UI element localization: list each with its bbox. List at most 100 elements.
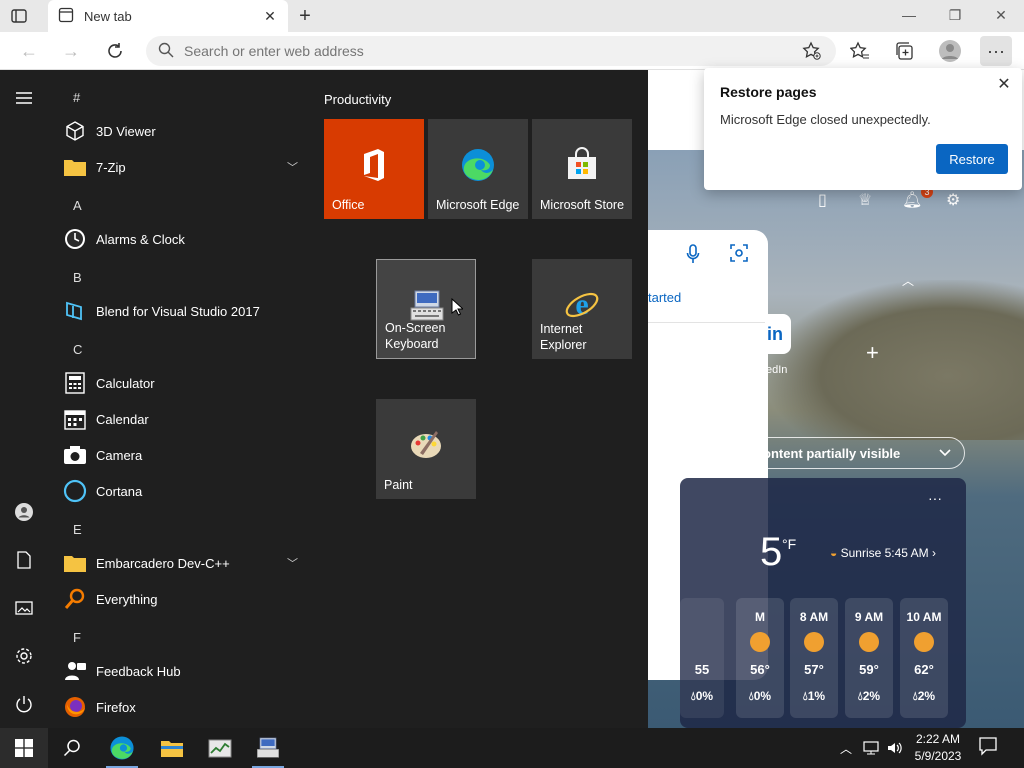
chevron-down-icon[interactable]: ﹀ bbox=[287, 159, 298, 175]
add-site-icon[interactable]: + bbox=[866, 340, 879, 366]
app-everything[interactable]: Everything bbox=[62, 583, 306, 615]
tile-internet-explorer[interactable]: e Internet Explorer bbox=[532, 259, 632, 359]
app-calendar[interactable]: Calendar bbox=[62, 403, 306, 435]
hour-precip: 💧︎0% bbox=[748, 689, 772, 703]
back-icon[interactable]: ← bbox=[18, 40, 40, 62]
tile-group-title[interactable]: Productivity bbox=[324, 92, 391, 107]
show-hidden-icons-chevron-icon[interactable]: ︿ bbox=[836, 728, 856, 768]
settings-more-button[interactable]: ··· bbox=[980, 36, 1012, 66]
windows-logo-icon bbox=[15, 739, 33, 757]
volume-icon[interactable] bbox=[884, 728, 906, 768]
hamburger-menu-icon[interactable] bbox=[12, 86, 36, 110]
system-clock[interactable]: 2:22 AM 5/9/2023 bbox=[908, 731, 968, 765]
hour-label: 8 AM bbox=[799, 610, 829, 624]
taskbar-on-screen-keyboard-icon[interactable] bbox=[244, 728, 292, 768]
taskbar-task-manager-icon[interactable] bbox=[196, 728, 244, 768]
tile-office[interactable]: Office bbox=[324, 119, 424, 219]
rewards-icon[interactable]: ♕ bbox=[858, 190, 872, 210]
paint-palette-icon bbox=[411, 431, 441, 458]
tab-close-icon[interactable]: ✕ bbox=[262, 8, 278, 25]
address-bar[interactable] bbox=[146, 36, 836, 66]
hour-temp: 59° bbox=[859, 662, 879, 677]
tile-paint[interactable]: Paint bbox=[376, 399, 476, 499]
app-list: # 3D Viewer 7-Zip ﹀ A Alarms & Clock B B… bbox=[48, 70, 310, 728]
tab-title: New tab bbox=[84, 8, 132, 24]
new-tab-page-icon bbox=[58, 7, 74, 26]
letter-header[interactable]: # bbox=[73, 90, 80, 105]
power-icon[interactable] bbox=[12, 692, 36, 716]
weather-more-icon[interactable]: ··· bbox=[928, 490, 942, 506]
chevron-down-icon[interactable]: ﹀ bbox=[287, 555, 298, 571]
action-center-icon[interactable] bbox=[978, 736, 1004, 760]
app-7-zip[interactable]: 7-Zip ﹀ bbox=[62, 151, 306, 183]
weather-card[interactable]: ··· 5 °F ◒ Sunrise 5:45 AM › - 55 💧︎0% M… bbox=[680, 478, 966, 728]
app-camera[interactable]: Camera bbox=[62, 439, 306, 471]
taskbar-file-explorer-icon[interactable] bbox=[148, 728, 196, 768]
app-alarms-clock[interactable]: Alarms & Clock bbox=[62, 223, 306, 255]
edge-icon bbox=[462, 149, 494, 181]
collections-icon[interactable] bbox=[892, 40, 916, 62]
active-tab[interactable]: New tab ✕ bbox=[48, 0, 288, 32]
app-embarcadero-dev-cpp[interactable]: Embarcadero Dev-C++ ﹀ bbox=[62, 547, 306, 579]
chevron-up-icon[interactable]: ︿ bbox=[902, 272, 914, 289]
sunrise-link[interactable]: ◒ Sunrise 5:45 AM › bbox=[830, 546, 936, 560]
close-window-icon[interactable]: ✕ bbox=[978, 0, 1024, 30]
content-visibility-dropdown[interactable]: ontent partially visible bbox=[750, 437, 965, 469]
restore-button[interactable]: Restore bbox=[936, 144, 1008, 174]
letter-header[interactable]: B bbox=[73, 270, 82, 285]
hour-forecast: 9 AM 59° 💧︎2% bbox=[845, 598, 893, 718]
app-firefox[interactable]: Firefox bbox=[62, 691, 306, 723]
settings-gear-icon[interactable] bbox=[12, 644, 36, 668]
letter-header[interactable]: C bbox=[73, 342, 82, 357]
start-menu: # 3D Viewer 7-Zip ﹀ A Alarms & Clock B B… bbox=[0, 70, 648, 728]
network-icon[interactable] bbox=[860, 728, 882, 768]
close-popup-icon[interactable]: ✕ bbox=[994, 74, 1014, 94]
refresh-icon[interactable] bbox=[104, 40, 126, 62]
tile-microsoft-store[interactable]: Microsoft Store bbox=[532, 119, 632, 219]
hour-temp: 55 bbox=[694, 662, 710, 677]
add-favorite-icon[interactable] bbox=[800, 40, 824, 62]
tile-microsoft-edge[interactable]: Microsoft Edge bbox=[428, 119, 528, 219]
start-button[interactable] bbox=[0, 728, 48, 768]
app-label: Blend for Visual Studio 2017 bbox=[96, 303, 260, 319]
tile-on-screen-keyboard[interactable]: On-Screen Keyboard bbox=[376, 259, 476, 359]
phone-icon[interactable]: ▯ bbox=[818, 190, 827, 210]
user-account-icon[interactable] bbox=[12, 500, 36, 524]
pictures-icon[interactable] bbox=[12, 596, 36, 620]
app-label: Calendar bbox=[96, 411, 149, 427]
hour-precip: 💧︎2% bbox=[912, 689, 936, 703]
app-calculator[interactable]: Calculator bbox=[62, 367, 306, 399]
minimize-icon[interactable]: — bbox=[886, 0, 932, 30]
address-input[interactable] bbox=[184, 43, 784, 59]
app-label: Camera bbox=[96, 447, 143, 463]
app-blend-visual-studio[interactable]: Blend for Visual Studio 2017 bbox=[62, 295, 306, 327]
letter-header[interactable]: F bbox=[73, 630, 81, 645]
get-started-link[interactable]: tarted bbox=[648, 290, 681, 305]
hour-label: 10 AM bbox=[906, 610, 942, 624]
documents-icon[interactable] bbox=[12, 548, 36, 572]
search-icon bbox=[158, 42, 174, 61]
visual-search-icon[interactable] bbox=[730, 244, 748, 265]
notification-bell-icon[interactable]: 🔔︎ bbox=[902, 190, 922, 210]
office-icon bbox=[364, 149, 384, 181]
profile-avatar-icon[interactable] bbox=[938, 40, 962, 62]
restore-window-icon[interactable]: ❐ bbox=[932, 0, 978, 30]
partly-cloudy-icon bbox=[750, 632, 770, 652]
keyboard-icon bbox=[410, 290, 444, 321]
letter-header[interactable]: E bbox=[73, 522, 82, 537]
app-cortana[interactable]: Cortana bbox=[62, 475, 306, 507]
microphone-icon[interactable] bbox=[686, 244, 700, 267]
tab-actions-icon[interactable] bbox=[8, 6, 30, 26]
forward-icon[interactable]: → bbox=[60, 40, 82, 62]
favorites-icon[interactable] bbox=[848, 40, 872, 62]
calendar-icon bbox=[62, 406, 88, 432]
new-tab-button[interactable]: + bbox=[294, 4, 316, 28]
app-3d-viewer[interactable]: 3D Viewer bbox=[62, 115, 306, 147]
app-feedback-hub[interactable]: Feedback Hub bbox=[62, 655, 306, 687]
page-settings-gear-icon[interactable]: ⚙ bbox=[946, 190, 960, 210]
linkedin-tile-icon[interactable]: in bbox=[765, 314, 791, 354]
letter-header[interactable]: A bbox=[73, 198, 82, 213]
taskbar-search-icon[interactable] bbox=[48, 728, 96, 768]
taskbar-edge-icon[interactable] bbox=[98, 728, 146, 768]
hour-forecast: M 56° 💧︎0% bbox=[736, 598, 784, 718]
